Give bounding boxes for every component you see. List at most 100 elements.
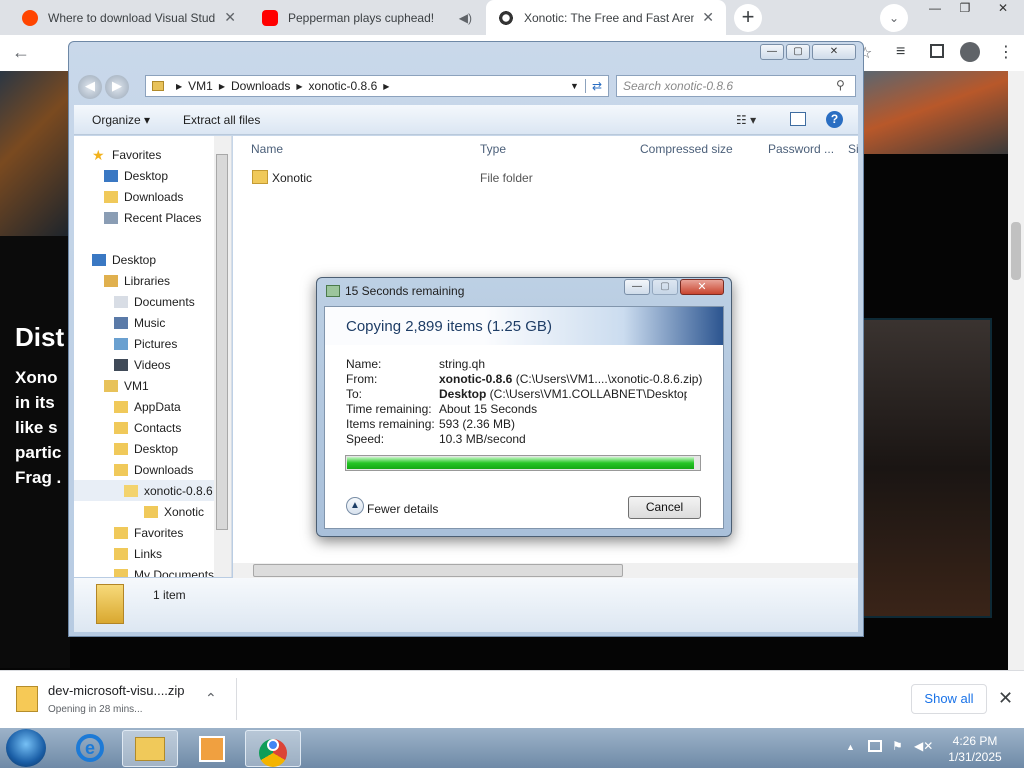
nav-item[interactable]: Music (74, 312, 165, 333)
dialog-minimize-button[interactable]: — (624, 279, 650, 295)
explorer-maximize-button[interactable]: ▢ (786, 44, 810, 60)
tab-search-button[interactable]: ⌄ (880, 4, 908, 32)
extract-all-button[interactable]: Extract all files (183, 113, 260, 127)
nav-item[interactable]: Desktop (74, 249, 156, 270)
minimize-button[interactable]: — (920, 0, 950, 18)
nav-item[interactable]: Documents (74, 291, 195, 312)
folder-icon (114, 442, 128, 455)
nav-item-label: Xonotic (164, 504, 205, 519)
network-icon[interactable] (868, 740, 882, 752)
start-button[interactable] (6, 729, 46, 767)
address-dropdown-icon[interactable]: ▼ (570, 81, 579, 91)
nav-item[interactable]: My Documents (74, 564, 214, 577)
new-tab-button[interactable]: + (734, 4, 762, 32)
volume-muted-icon[interactable]: ◀✕ (914, 739, 933, 753)
chrome-taskbar-icon[interactable] (245, 730, 301, 767)
show-all-button[interactable]: Show all (911, 684, 987, 714)
nav-item[interactable]: Videos (74, 354, 170, 375)
zip-file-icon (16, 686, 38, 712)
from-value[interactable]: xonotic-0.8.6 (C:\Users\VM1....\xonotic-… (439, 372, 702, 386)
maximize-button[interactable]: ❐ (950, 0, 980, 18)
to-value[interactable]: Desktop (C:\Users\VM1.COLLABNET\Desktop\ (439, 387, 687, 401)
download-filename[interactable]: dev-microsoft-visu....zip (48, 683, 185, 698)
breadcrumb-separator-icon: ▶ (218, 81, 225, 91)
chevron-up-icon[interactable]: ⌃ (205, 690, 217, 707)
nav-item[interactable]: Xonotic (74, 501, 204, 522)
media-player-icon[interactable] (184, 730, 240, 767)
nav-item[interactable]: AppData (74, 396, 181, 417)
nav-scrollbar-thumb[interactable] (216, 154, 228, 530)
breadcrumb-downloads[interactable]: Downloads (231, 79, 290, 93)
preview-pane-icon[interactable] (790, 112, 806, 126)
explorer-close-button[interactable]: ✕ (812, 44, 856, 60)
tab-youtube[interactable]: Pepperman plays cuphead! ◀) (250, 0, 484, 35)
nav-item[interactable]: Downloads (74, 459, 193, 480)
nav-item-label: Favorites (134, 525, 184, 540)
reddit-icon (22, 9, 38, 26)
page-scrollbar[interactable] (1008, 71, 1024, 670)
nav-item[interactable]: Links (74, 543, 162, 564)
tab-xonotic[interactable]: Xonotic: The Free and Fast Arena ✕ (486, 0, 726, 35)
address-bar[interactable]: ▶ VM1 ▶ Downloads ▶ xonotic-0.8.6 ▶ ▼ ⇄ (145, 75, 609, 97)
from-label: From: (346, 372, 378, 386)
nav-item[interactable]: VM1 (74, 375, 149, 396)
page-scrollbar-thumb[interactable] (1011, 222, 1021, 280)
hero-image-left (0, 71, 70, 236)
tray-expand-icon[interactable]: ▲ (846, 742, 855, 752)
explorer-minimize-button[interactable]: — (760, 44, 784, 60)
system-clock[interactable]: 4:26 PM 1/31/2025 (935, 733, 1015, 765)
nav-scrollbar[interactable] (214, 136, 231, 577)
back-arrow-icon[interactable]: ← (12, 42, 30, 63)
column-header-name[interactable]: Name (251, 142, 283, 156)
profile-avatar-icon[interactable] (960, 42, 980, 62)
chevron-up-icon[interactable]: ▲ (346, 497, 364, 515)
refresh-icon[interactable]: ⇄ (584, 79, 608, 93)
nav-item[interactable]: ★ Favorites (74, 144, 161, 165)
close-downloads-icon[interactable]: ✕ (998, 688, 1013, 709)
nav-item[interactable]: Contacts (74, 417, 181, 438)
nav-item[interactable]: Downloads (74, 186, 183, 207)
help-icon[interactable]: ? (826, 111, 843, 128)
tab-reddit[interactable]: Where to download Visual Studio ✕ (10, 0, 248, 35)
explorer-taskbar-icon[interactable] (122, 730, 178, 767)
explorer-forward-button[interactable]: ▶ (105, 75, 129, 99)
explorer-back-button[interactable]: ◀ (78, 75, 102, 99)
breadcrumb-separator-icon: ▶ (176, 81, 183, 91)
organize-button[interactable]: Organize ▾ (92, 113, 150, 127)
nav-item[interactable]: Recent Places (74, 207, 201, 228)
breadcrumb-separator-icon: ▶ (383, 81, 390, 91)
action-center-icon[interactable]: ⚑ (892, 739, 903, 753)
cancel-button[interactable]: Cancel (628, 496, 701, 519)
tab-close-icon[interactable]: ✕ (702, 9, 714, 26)
to-destination-path: (C:\Users\VM1.COLLABNET\Desktop\ (486, 387, 687, 401)
column-header-compressed-size[interactable]: Compressed size (640, 142, 733, 156)
search-input[interactable]: Search xonotic-0.8.6 (616, 75, 856, 97)
nav-item[interactable]: Pictures (74, 333, 177, 354)
nav-item-label: Libraries (124, 273, 171, 288)
column-header-size[interactable]: Si (848, 142, 859, 156)
dialog-close-button[interactable]: ✕ (680, 279, 724, 295)
dialog-title: 15 Seconds remaining (345, 284, 465, 298)
nav-item[interactable]: Libraries (74, 270, 170, 291)
tab-close-icon[interactable]: ✕ (224, 9, 236, 26)
file-row-name[interactable]: Xonotic (272, 171, 312, 185)
menu-kebab-icon[interactable]: ⋮ (998, 42, 1014, 62)
content-scrollbar-thumb[interactable] (253, 564, 623, 577)
column-header-password[interactable]: Password ... (768, 142, 834, 156)
items-remaining-value: 593 (2.36 MB) (439, 417, 516, 431)
view-options-icon[interactable]: ☷ ▾ (736, 113, 756, 127)
column-header-type[interactable]: Type (480, 142, 506, 156)
close-window-button[interactable]: ✕ (988, 0, 1018, 18)
nav-item[interactable]: Desktop (74, 165, 168, 186)
breadcrumb-xonotic[interactable]: xonotic-0.8.6 (309, 79, 378, 93)
side-panel-icon[interactable] (930, 44, 944, 58)
breadcrumb-vm1[interactable]: VM1 (188, 79, 213, 93)
internet-explorer-icon[interactable]: e (62, 730, 118, 767)
fewer-details-toggle[interactable]: Fewer details (367, 502, 438, 516)
nav-item-label: VM1 (124, 378, 149, 393)
speaker-icon[interactable]: ◀) (459, 11, 472, 25)
nav-item[interactable]: xonotic-0.8.6 (74, 480, 224, 501)
nav-item[interactable]: Desktop (74, 438, 178, 459)
nav-item[interactable]: Favorites (74, 522, 183, 543)
media-control-icon[interactable]: ≡ (896, 43, 905, 61)
